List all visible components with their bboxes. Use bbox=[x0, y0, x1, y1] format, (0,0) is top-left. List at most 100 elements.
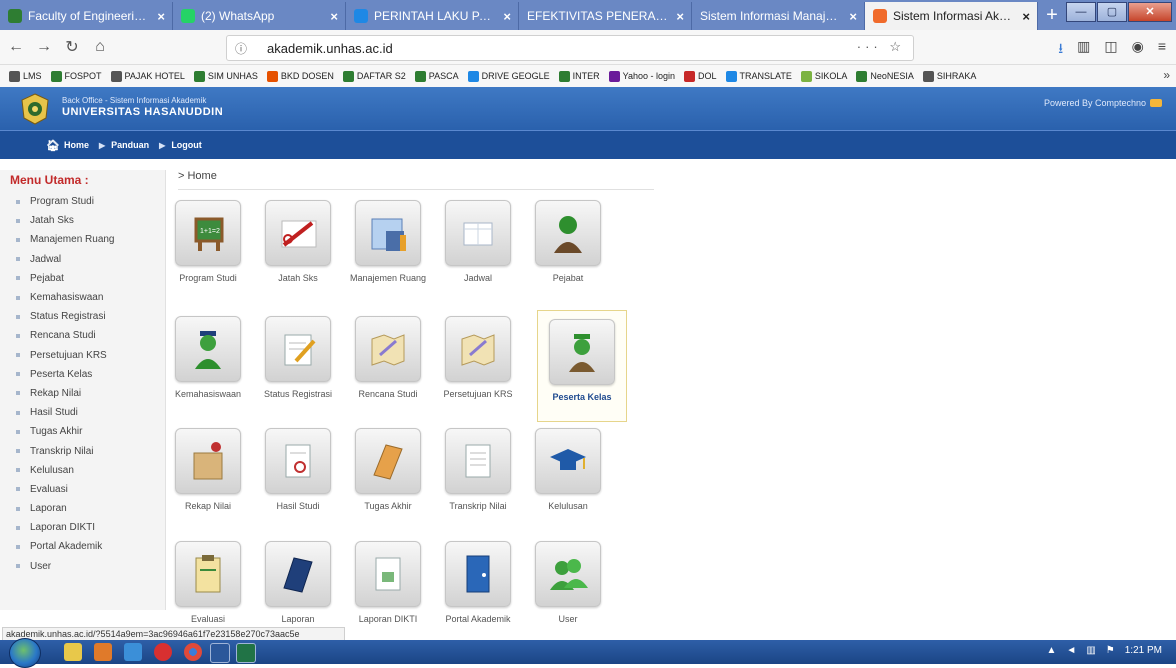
menu-icon[interactable]: ≡ bbox=[1158, 38, 1166, 62]
address-bar[interactable]: ⓘ akademik.unhas.ac.id ··· ☆ bbox=[226, 35, 914, 61]
maximize-icon[interactable]: ▢ bbox=[1097, 2, 1127, 22]
excel-icon[interactable] bbox=[236, 643, 256, 663]
browser-tab[interactable]: Sistem Informasi Manajemen × bbox=[692, 2, 865, 30]
sidebar-item[interactable]: Tugas Akhir bbox=[16, 422, 161, 441]
chrome-icon[interactable] bbox=[184, 643, 202, 661]
sidebar-item[interactable]: Laporan bbox=[16, 499, 161, 518]
bookmark-item[interactable]: SIM UNHAS bbox=[193, 70, 258, 82]
tile-pejabat[interactable]: Pejabat bbox=[523, 200, 613, 283]
minimize-icon[interactable]: — bbox=[1066, 2, 1096, 22]
new-tab-button[interactable]: + bbox=[1038, 2, 1066, 30]
sidebar-item[interactable]: Transkrip Nilai bbox=[16, 441, 161, 460]
bookmark-item[interactable]: DAFTAR S2 bbox=[342, 70, 406, 82]
sidebar-item[interactable]: Jatah Sks bbox=[16, 211, 161, 230]
library-icon[interactable]: ▥ bbox=[1077, 38, 1090, 62]
tile-laporan[interactable]: Laporan bbox=[253, 541, 343, 624]
file-explorer-icon[interactable] bbox=[64, 643, 82, 661]
tab-close-icon[interactable]: × bbox=[676, 9, 684, 24]
info-icon[interactable]: ⓘ bbox=[235, 40, 247, 57]
sidebar-item[interactable]: Rencana Studi bbox=[16, 326, 161, 345]
bookmark-item[interactable]: NeoNESIA bbox=[856, 70, 914, 82]
tab-close-icon[interactable]: × bbox=[849, 9, 857, 24]
bookmark-item[interactable]: DRIVE GEOGLE bbox=[467, 70, 550, 82]
bookmark-item[interactable]: TRANSLATE bbox=[725, 70, 792, 82]
sidebar-item[interactable]: Status Registrasi bbox=[16, 307, 161, 326]
bookmark-item[interactable]: SIKOLA bbox=[800, 70, 847, 82]
tile-tugas-akhir[interactable]: Tugas Akhir bbox=[343, 428, 433, 511]
menu-logout[interactable]: ▶ Logout bbox=[159, 140, 202, 150]
sidebar-item[interactable]: Portal Akademik bbox=[16, 537, 161, 556]
close-window-icon[interactable]: ✕ bbox=[1128, 2, 1172, 22]
home-icon[interactable]: ⌂ bbox=[88, 38, 112, 56]
tile-peserta-kelas[interactable]: Peserta Kelas bbox=[537, 310, 627, 422]
tab-close-icon[interactable]: × bbox=[1022, 9, 1030, 24]
opera-icon[interactable] bbox=[154, 643, 172, 661]
sidebar-item[interactable]: Hasil Studi bbox=[16, 403, 161, 422]
tile-transkrip-nilai[interactable]: Transkrip Nilai bbox=[433, 428, 523, 511]
tile-laporan-dikti[interactable]: Laporan DIKTI bbox=[343, 541, 433, 624]
tile-kemahasiswaan[interactable]: Kemahasiswaan bbox=[163, 316, 253, 399]
menu-home[interactable]: 🏠︎ Home bbox=[46, 139, 89, 152]
bookmark-item[interactable]: PAJAK HOTEL bbox=[110, 70, 185, 82]
sidebar-item[interactable]: Pejabat bbox=[16, 269, 161, 288]
browser-tab[interactable]: Faculty of Engineering | H × bbox=[0, 2, 173, 30]
sidebar-item[interactable]: Jadwal bbox=[16, 250, 161, 269]
tile-manajemen-ruang[interactable]: Manajemen Ruang bbox=[343, 200, 433, 283]
browser-tab[interactable]: (2) WhatsApp × bbox=[173, 2, 346, 30]
sidebar-icon[interactable]: ◫ bbox=[1104, 38, 1117, 62]
tab-close-icon[interactable]: × bbox=[503, 9, 511, 24]
tile-rencana-studi[interactable]: Rencana Studi bbox=[343, 316, 433, 399]
sidebar-item[interactable]: Laporan DIKTI bbox=[16, 518, 161, 537]
sidebar-item[interactable]: User bbox=[16, 557, 161, 576]
tile-status-registrasi[interactable]: Status Registrasi bbox=[253, 316, 343, 399]
bookmark-item[interactable]: INTER bbox=[558, 70, 600, 82]
download-icon[interactable]: ⭳ bbox=[1058, 38, 1063, 62]
media-player-icon[interactable] bbox=[94, 643, 112, 661]
tile-jadwal[interactable]: Jadwal bbox=[433, 200, 523, 283]
tile-rekap-nilai[interactable]: Rekap Nilai bbox=[163, 428, 253, 511]
network-icon[interactable]: ▥ bbox=[1086, 645, 1095, 656]
tray-arrow-icon[interactable]: ▲ bbox=[1047, 645, 1057, 656]
tile-persetujuan-krs[interactable]: Persetujuan KRS bbox=[433, 316, 523, 399]
more-bookmarks-icon[interactable]: » bbox=[1163, 68, 1170, 82]
sidebar-item[interactable]: Kemahasiswaan bbox=[16, 288, 161, 307]
sidebar-item[interactable]: Rekap Nilai bbox=[16, 384, 161, 403]
sidebar-item[interactable]: Kelulusan bbox=[16, 461, 161, 480]
flag-icon[interactable]: ⚑ bbox=[1106, 645, 1115, 656]
forward-icon[interactable]: → bbox=[32, 38, 56, 56]
url-text[interactable]: akademik.unhas.ac.id bbox=[267, 41, 393, 56]
tile-evaluasi[interactable]: Evaluasi bbox=[163, 541, 253, 624]
sidebar-item[interactable]: Evaluasi bbox=[16, 480, 161, 499]
bookmark-item[interactable]: BKD DOSEN bbox=[266, 70, 334, 82]
bookmark-item[interactable]: LMS bbox=[9, 70, 42, 82]
back-icon[interactable]: ← bbox=[4, 38, 28, 56]
tile-user[interactable]: User bbox=[523, 541, 613, 624]
tile-kelulusan[interactable]: Kelulusan bbox=[523, 428, 613, 511]
sidebar-item[interactable]: Peserta Kelas bbox=[16, 365, 161, 384]
sidebar-item[interactable]: Manajemen Ruang bbox=[16, 230, 161, 249]
word-icon[interactable] bbox=[210, 643, 230, 663]
reload-icon[interactable]: ↻ bbox=[60, 37, 84, 57]
volume-icon[interactable]: ◄ bbox=[1066, 645, 1076, 656]
page-actions-icon[interactable]: ··· ☆ bbox=[857, 39, 905, 55]
browser-tab[interactable]: EFEKTIVITAS PENERAPAN SIST × bbox=[519, 2, 692, 30]
sidebar-item[interactable]: Persetujuan KRS bbox=[16, 346, 161, 365]
tile-program-studi[interactable]: 1+1=2 Program Studi bbox=[163, 200, 253, 283]
clock[interactable]: 1:21 PM bbox=[1125, 645, 1162, 656]
bookmark-item[interactable]: Yahoo - login bbox=[608, 70, 675, 82]
extension-icon[interactable]: ◉ bbox=[1132, 38, 1144, 62]
tile-hasil-studi[interactable]: Hasil Studi bbox=[253, 428, 343, 511]
sidebar-item[interactable]: Program Studi bbox=[16, 192, 161, 211]
browser-tab[interactable]: PERINTAH LAKU PADA PEX × bbox=[346, 2, 519, 30]
tile-jatah-sks[interactable]: Jatah Sks bbox=[253, 200, 343, 283]
bookmark-item[interactable]: SIHRAKA bbox=[922, 70, 976, 82]
tile-portal-akademik[interactable]: Portal Akademik bbox=[433, 541, 523, 624]
bookmark-item[interactable]: PASCA bbox=[414, 70, 459, 82]
menu-panduan[interactable]: ▶ Panduan bbox=[99, 140, 149, 150]
tab-close-icon[interactable]: × bbox=[330, 9, 338, 24]
bookmark-item[interactable]: DOL bbox=[684, 70, 717, 82]
tab-close-icon[interactable]: × bbox=[157, 9, 165, 24]
browser-tab-active[interactable]: Sistem Informasi Akademi × bbox=[865, 2, 1038, 30]
app-icon[interactable] bbox=[124, 643, 142, 661]
bookmark-item[interactable]: FOSPOT bbox=[50, 70, 102, 82]
